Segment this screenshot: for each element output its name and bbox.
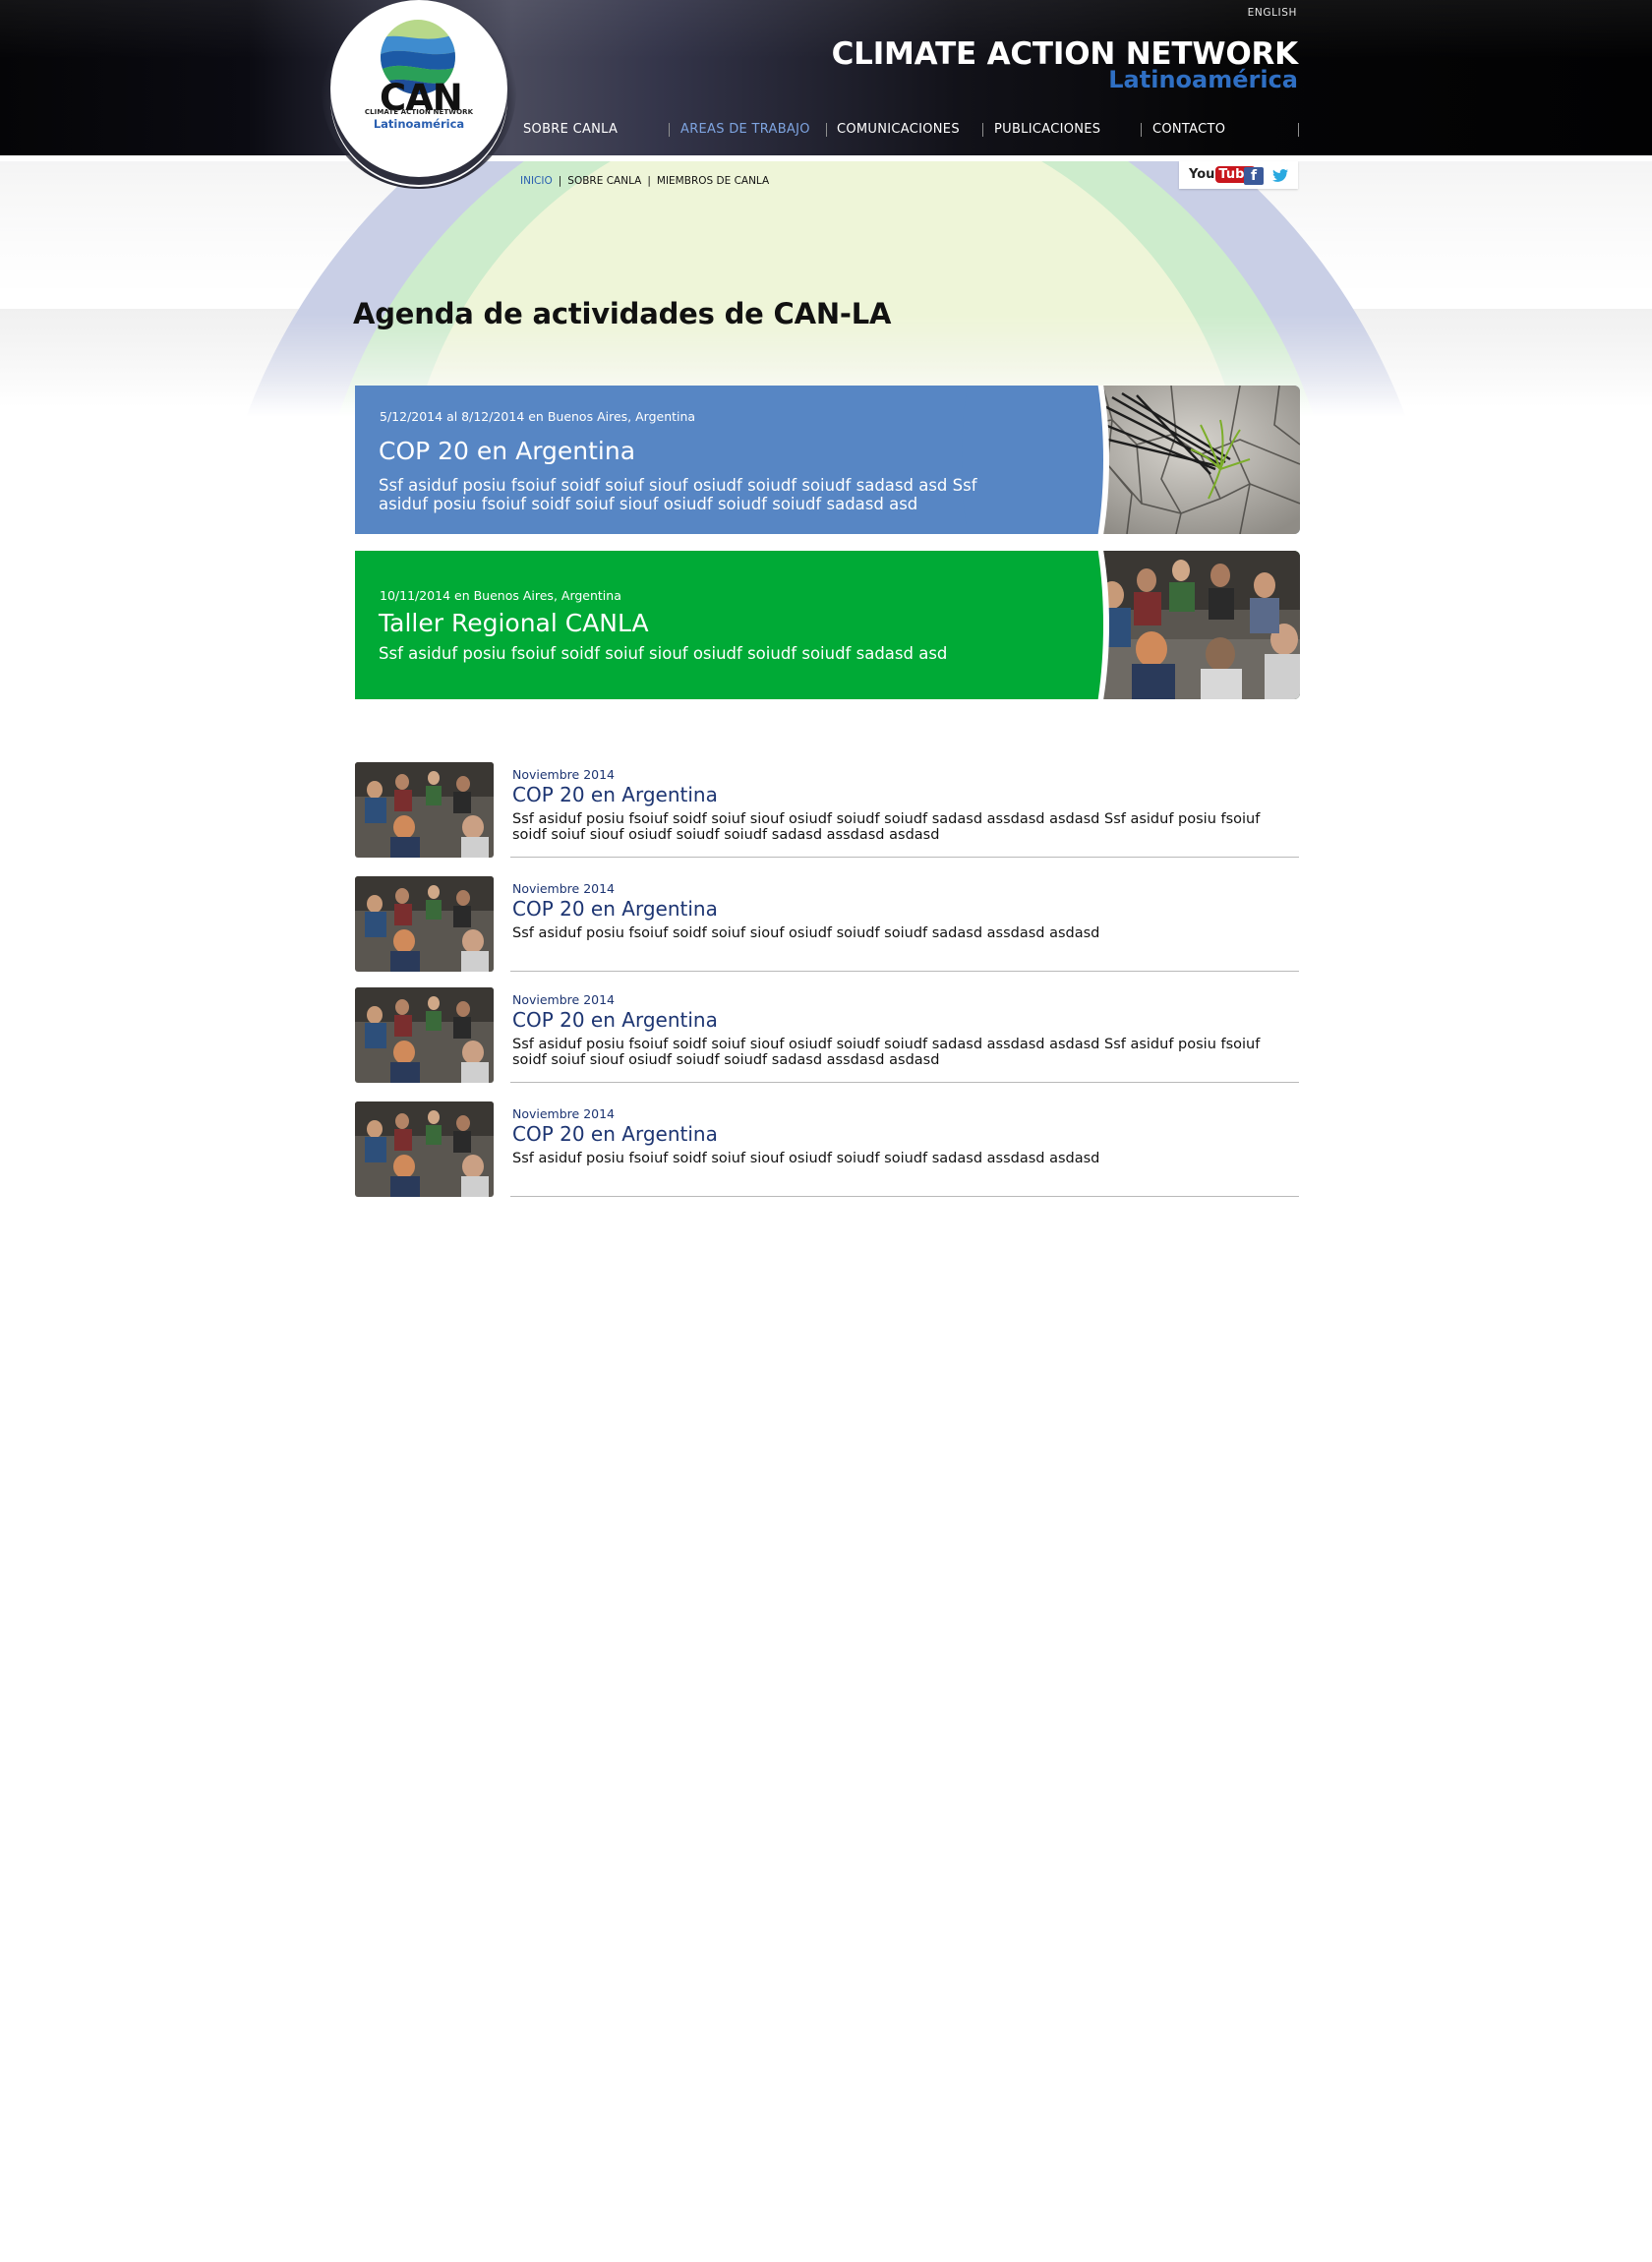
event-description: Ssf asiduf posiu fsoiuf soidf soiuf siou… xyxy=(512,925,1100,941)
social-links: You Tube f xyxy=(1179,161,1298,189)
featured-event-date: 10/11/2014 en Buenos Aires, Argentina xyxy=(380,588,621,603)
list-divider xyxy=(510,1196,1299,1197)
breadcrumb-home[interactable]: INICIO xyxy=(520,175,553,187)
banner-curve xyxy=(962,551,1109,699)
featured-event-card[interactable]: 5/12/2014 al 8/12/2014 en Buenos Aires, … xyxy=(355,386,1300,534)
breadcrumb: INICIO | SOBRE CANLA | MIEMBROS DE CANLA xyxy=(520,173,769,189)
nav-separator xyxy=(826,123,827,137)
workshop-photo-image xyxy=(1083,551,1300,699)
event-title[interactable]: COP 20 en Argentina xyxy=(512,1122,718,1146)
event-description: Ssf asiduf posiu fsoiuf soidf soiuf siou… xyxy=(512,1151,1100,1166)
event-description: Ssf asiduf posiu fsoiuf soidf soiuf siou… xyxy=(512,811,1261,843)
list-divider xyxy=(510,971,1299,972)
decorative-arcs xyxy=(0,161,1652,417)
event-thumbnail-image xyxy=(355,762,494,858)
breadcrumb-sobre-canla[interactable]: SOBRE CANLA xyxy=(567,175,641,187)
main-nav: SOBRE CANLA AREAS DE TRABAJO COMUNICACIO… xyxy=(0,120,1652,140)
event-title[interactable]: COP 20 en Argentina xyxy=(512,897,718,921)
nav-item-sobre-canla[interactable]: SOBRE CANLA xyxy=(523,120,618,140)
page-title: Agenda de actividades de CAN-LA xyxy=(353,297,892,330)
logo-tagline: CLIMATE ACTION NETWORK xyxy=(364,108,474,116)
list-divider xyxy=(510,857,1299,858)
featured-event-title[interactable]: Taller Regional CANLA xyxy=(379,609,649,637)
youtube-you-text: You xyxy=(1189,167,1215,182)
nav-separator xyxy=(1141,123,1142,137)
cracked-earth-image xyxy=(1083,386,1300,534)
event-month: Noviembre 2014 xyxy=(512,767,616,782)
twitter-icon[interactable] xyxy=(1270,167,1290,185)
event-month: Noviembre 2014 xyxy=(512,992,616,1007)
event-thumbnail-image xyxy=(355,1101,494,1197)
nav-item-contacto[interactable]: CONTACTO xyxy=(1152,120,1225,140)
featured-event-card[interactable]: 10/11/2014 en Buenos Aires, Argentina Ta… xyxy=(355,551,1300,699)
nav-item-publicaciones[interactable]: PUBLICACIONES xyxy=(994,120,1100,140)
event-month: Noviembre 2014 xyxy=(512,1106,616,1121)
featured-event-description: Ssf asiduf posiu fsoiuf soidf soiuf siou… xyxy=(379,644,948,663)
nav-separator xyxy=(1298,123,1299,137)
event-description: Ssf asiduf posiu fsoiuf soidf soiuf siou… xyxy=(512,1037,1261,1068)
featured-event-title[interactable]: COP 20 en Argentina xyxy=(379,437,635,465)
nav-item-comunicaciones[interactable]: COMUNICACIONES xyxy=(837,120,960,140)
nav-separator xyxy=(982,123,983,137)
event-title[interactable]: COP 20 en Argentina xyxy=(512,1008,718,1032)
header-shine xyxy=(0,0,1652,59)
breadcrumb-separator: | xyxy=(558,175,562,187)
list-item[interactable]: Noviembre 2014 COP 20 en Argentina Ssf a… xyxy=(355,987,1299,1086)
brand-subtitle: Latinoamérica xyxy=(1108,66,1298,93)
breadcrumb-separator: | xyxy=(647,175,651,187)
list-item[interactable]: Noviembre 2014 COP 20 en Argentina Ssf a… xyxy=(355,762,1299,861)
nav-separator xyxy=(669,123,670,137)
event-thumbnail-image xyxy=(355,876,494,972)
list-item[interactable]: Noviembre 2014 COP 20 en Argentina Ssf a… xyxy=(355,1101,1299,1200)
featured-event-description: Ssf asiduf posiu fsoiuf soidf soiuf siou… xyxy=(379,476,977,513)
featured-event-date: 5/12/2014 al 8/12/2014 en Buenos Aires, … xyxy=(380,409,696,424)
facebook-icon[interactable]: f xyxy=(1244,167,1264,185)
nav-item-areas-de-trabajo[interactable]: AREAS DE TRABAJO xyxy=(680,120,810,140)
event-title[interactable]: COP 20 en Argentina xyxy=(512,783,718,806)
list-divider xyxy=(510,1082,1299,1083)
event-thumbnail-image xyxy=(355,987,494,1083)
language-switch-link[interactable]: ENGLISH xyxy=(1248,7,1297,19)
breadcrumb-miembros[interactable]: MIEMBROS DE CANLA xyxy=(657,175,769,187)
list-item[interactable]: Noviembre 2014 COP 20 en Argentina Ssf a… xyxy=(355,876,1299,975)
event-month: Noviembre 2014 xyxy=(512,881,616,896)
